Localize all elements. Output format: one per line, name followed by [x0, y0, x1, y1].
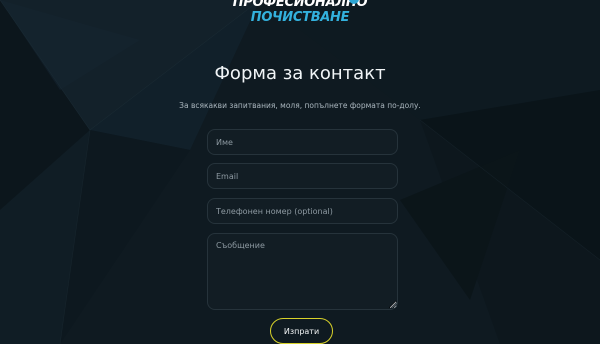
- logo-line-2: ПОЧИСТВАНЕ: [250, 10, 350, 25]
- email-input[interactable]: [207, 163, 398, 189]
- logo-line-1: ПРОФЕСИОНАЛНО: [232, 0, 368, 10]
- contact-page: ПРОФЕСИОНАЛНО ПОЧИСТВАНЕ Форма за контак…: [0, 0, 600, 344]
- contact-form-title: Форма за контакт: [214, 63, 386, 84]
- company-logo[interactable]: ПРОФЕСИОНАЛНО ПОЧИСТВАНЕ: [0, 0, 600, 25]
- submit-button[interactable]: Изпрати: [270, 318, 333, 344]
- phone-input[interactable]: [207, 198, 398, 224]
- message-textarea[interactable]: [207, 233, 398, 310]
- name-input[interactable]: [207, 129, 398, 155]
- contact-form-subtitle: За всякакви запитвания, моля, попълнете …: [179, 101, 421, 110]
